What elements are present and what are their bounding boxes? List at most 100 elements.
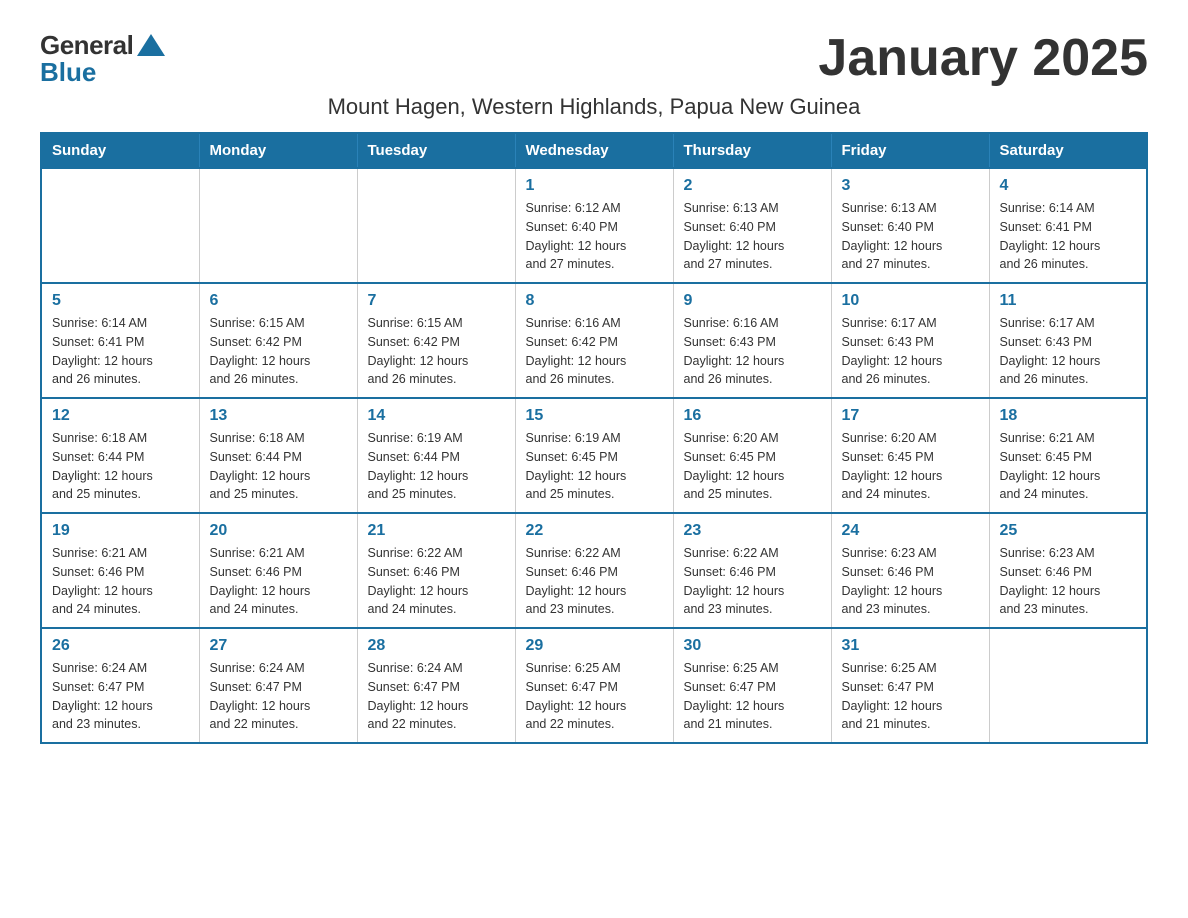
calendar-cell: 19 Sunrise: 6:21 AM Sunset: 6:46 PM Dayli… <box>41 513 199 628</box>
calendar-cell: 10 Sunrise: 6:17 AM Sunset: 6:43 PM Dayli… <box>831 283 989 398</box>
day-info: Sunrise: 6:24 AM Sunset: 6:47 PM Dayligh… <box>52 659 189 734</box>
calendar-cell: 31 Sunrise: 6:25 AM Sunset: 6:47 PM Dayli… <box>831 628 989 743</box>
day-number: 10 <box>842 292 979 310</box>
day-info: Sunrise: 6:19 AM Sunset: 6:44 PM Dayligh… <box>368 429 505 504</box>
calendar-header-tuesday: Tuesday <box>357 133 515 168</box>
day-number: 30 <box>684 637 821 655</box>
calendar-cell: 22 Sunrise: 6:22 AM Sunset: 6:46 PM Dayli… <box>515 513 673 628</box>
calendar-week-row: 26 Sunrise: 6:24 AM Sunset: 6:47 PM Dayli… <box>41 628 1147 743</box>
day-number: 6 <box>210 292 347 310</box>
calendar-cell: 23 Sunrise: 6:22 AM Sunset: 6:46 PM Dayli… <box>673 513 831 628</box>
page-title: January 2025 <box>818 30 1148 87</box>
calendar-table: SundayMondayTuesdayWednesdayThursdayFrid… <box>40 132 1148 744</box>
day-info: Sunrise: 6:20 AM Sunset: 6:45 PM Dayligh… <box>684 429 821 504</box>
day-info: Sunrise: 6:17 AM Sunset: 6:43 PM Dayligh… <box>1000 314 1137 389</box>
calendar-cell: 9Sunrise: 6:16 AM Sunset: 6:43 PM Daylig… <box>673 283 831 398</box>
day-number: 28 <box>368 637 505 655</box>
day-number: 18 <box>1000 407 1137 425</box>
day-number: 4 <box>1000 177 1137 195</box>
calendar-cell: 15 Sunrise: 6:19 AM Sunset: 6:45 PM Dayli… <box>515 398 673 513</box>
day-number: 7 <box>368 292 505 310</box>
day-number: 31 <box>842 637 979 655</box>
calendar-cell: 12 Sunrise: 6:18 AM Sunset: 6:44 PM Dayli… <box>41 398 199 513</box>
day-number: 15 <box>526 407 663 425</box>
calendar-header-row: SundayMondayTuesdayWednesdayThursdayFrid… <box>41 133 1147 168</box>
day-info: Sunrise: 6:15 AM Sunset: 6:42 PM Dayligh… <box>210 314 347 389</box>
calendar-cell: 1Sunrise: 6:12 AM Sunset: 6:40 PM Daylig… <box>515 168 673 283</box>
calendar-cell: 17Sunrise: 6:20 AM Sunset: 6:45 PM Dayli… <box>831 398 989 513</box>
day-info: Sunrise: 6:25 AM Sunset: 6:47 PM Dayligh… <box>684 659 821 734</box>
day-number: 14 <box>368 407 505 425</box>
day-info: Sunrise: 6:23 AM Sunset: 6:46 PM Dayligh… <box>1000 544 1137 619</box>
calendar-cell: 8Sunrise: 6:16 AM Sunset: 6:42 PM Daylig… <box>515 283 673 398</box>
day-number: 20 <box>210 522 347 540</box>
day-info: Sunrise: 6:22 AM Sunset: 6:46 PM Dayligh… <box>684 544 821 619</box>
calendar-cell: 5 Sunrise: 6:14 AM Sunset: 6:41 PM Daylig… <box>41 283 199 398</box>
calendar-cell: 2 Sunrise: 6:13 AM Sunset: 6:40 PM Daylig… <box>673 168 831 283</box>
day-info: Sunrise: 6:22 AM Sunset: 6:46 PM Dayligh… <box>526 544 663 619</box>
day-number: 21 <box>368 522 505 540</box>
calendar-week-row: 19 Sunrise: 6:21 AM Sunset: 6:46 PM Dayli… <box>41 513 1147 628</box>
day-info: Sunrise: 6:14 AM Sunset: 6:41 PM Dayligh… <box>1000 199 1137 274</box>
day-number: 13 <box>210 407 347 425</box>
day-info: Sunrise: 6:16 AM Sunset: 6:43 PM Dayligh… <box>684 314 821 389</box>
day-number: 29 <box>526 637 663 655</box>
day-info: Sunrise: 6:13 AM Sunset: 6:40 PM Dayligh… <box>842 199 979 274</box>
day-number: 23 <box>684 522 821 540</box>
calendar-cell: 30 Sunrise: 6:25 AM Sunset: 6:47 PM Dayli… <box>673 628 831 743</box>
calendar-cell: 20 Sunrise: 6:21 AM Sunset: 6:46 PM Dayli… <box>199 513 357 628</box>
day-number: 5 <box>52 292 189 310</box>
calendar-week-row: 12 Sunrise: 6:18 AM Sunset: 6:44 PM Dayli… <box>41 398 1147 513</box>
calendar-cell: 27Sunrise: 6:24 AM Sunset: 6:47 PM Dayli… <box>199 628 357 743</box>
calendar-cell: 14 Sunrise: 6:19 AM Sunset: 6:44 PM Dayli… <box>357 398 515 513</box>
calendar-cell <box>989 628 1147 743</box>
day-info: Sunrise: 6:21 AM Sunset: 6:46 PM Dayligh… <box>210 544 347 619</box>
calendar-cell: 16 Sunrise: 6:20 AM Sunset: 6:45 PM Dayli… <box>673 398 831 513</box>
calendar-header-monday: Monday <box>199 133 357 168</box>
calendar-cell: 11 Sunrise: 6:17 AM Sunset: 6:43 PM Dayli… <box>989 283 1147 398</box>
day-info: Sunrise: 6:18 AM Sunset: 6:44 PM Dayligh… <box>210 429 347 504</box>
calendar-cell: 3Sunrise: 6:13 AM Sunset: 6:40 PM Daylig… <box>831 168 989 283</box>
day-number: 2 <box>684 177 821 195</box>
day-number: 25 <box>1000 522 1137 540</box>
day-info: Sunrise: 6:24 AM Sunset: 6:47 PM Dayligh… <box>368 659 505 734</box>
day-info: Sunrise: 6:25 AM Sunset: 6:47 PM Dayligh… <box>526 659 663 734</box>
day-number: 12 <box>52 407 189 425</box>
day-info: Sunrise: 6:18 AM Sunset: 6:44 PM Dayligh… <box>52 429 189 504</box>
day-info: Sunrise: 6:21 AM Sunset: 6:45 PM Dayligh… <box>1000 429 1137 504</box>
calendar-cell: 25 Sunrise: 6:23 AM Sunset: 6:46 PM Dayli… <box>989 513 1147 628</box>
calendar-cell <box>357 168 515 283</box>
page-header: General Blue January 2025 <box>40 30 1148 88</box>
day-info: Sunrise: 6:21 AM Sunset: 6:46 PM Dayligh… <box>52 544 189 619</box>
day-number: 22 <box>526 522 663 540</box>
day-info: Sunrise: 6:19 AM Sunset: 6:45 PM Dayligh… <box>526 429 663 504</box>
day-info: Sunrise: 6:12 AM Sunset: 6:40 PM Dayligh… <box>526 199 663 274</box>
day-info: Sunrise: 6:25 AM Sunset: 6:47 PM Dayligh… <box>842 659 979 734</box>
calendar-cell: 7Sunrise: 6:15 AM Sunset: 6:42 PM Daylig… <box>357 283 515 398</box>
day-number: 17 <box>842 407 979 425</box>
day-number: 26 <box>52 637 189 655</box>
day-number: 16 <box>684 407 821 425</box>
calendar-header-friday: Friday <box>831 133 989 168</box>
day-info: Sunrise: 6:14 AM Sunset: 6:41 PM Dayligh… <box>52 314 189 389</box>
day-info: Sunrise: 6:17 AM Sunset: 6:43 PM Dayligh… <box>842 314 979 389</box>
logo: General Blue <box>40 30 165 88</box>
day-info: Sunrise: 6:22 AM Sunset: 6:46 PM Dayligh… <box>368 544 505 619</box>
calendar-cell: 24 Sunrise: 6:23 AM Sunset: 6:46 PM Dayli… <box>831 513 989 628</box>
day-info: Sunrise: 6:23 AM Sunset: 6:46 PM Dayligh… <box>842 544 979 619</box>
day-info: Sunrise: 6:13 AM Sunset: 6:40 PM Dayligh… <box>684 199 821 274</box>
day-number: 11 <box>1000 292 1137 310</box>
calendar-header-wednesday: Wednesday <box>515 133 673 168</box>
calendar-cell: 6 Sunrise: 6:15 AM Sunset: 6:42 PM Daylig… <box>199 283 357 398</box>
calendar-header-thursday: Thursday <box>673 133 831 168</box>
calendar-cell <box>41 168 199 283</box>
calendar-cell: 29 Sunrise: 6:25 AM Sunset: 6:47 PM Dayli… <box>515 628 673 743</box>
calendar-header-saturday: Saturday <box>989 133 1147 168</box>
calendar-week-row: 5 Sunrise: 6:14 AM Sunset: 6:41 PM Daylig… <box>41 283 1147 398</box>
day-number: 27 <box>210 637 347 655</box>
day-number: 24 <box>842 522 979 540</box>
calendar-cell: 4 Sunrise: 6:14 AM Sunset: 6:41 PM Daylig… <box>989 168 1147 283</box>
calendar-week-row: 1Sunrise: 6:12 AM Sunset: 6:40 PM Daylig… <box>41 168 1147 283</box>
day-number: 19 <box>52 522 189 540</box>
calendar-cell: 28 Sunrise: 6:24 AM Sunset: 6:47 PM Dayli… <box>357 628 515 743</box>
